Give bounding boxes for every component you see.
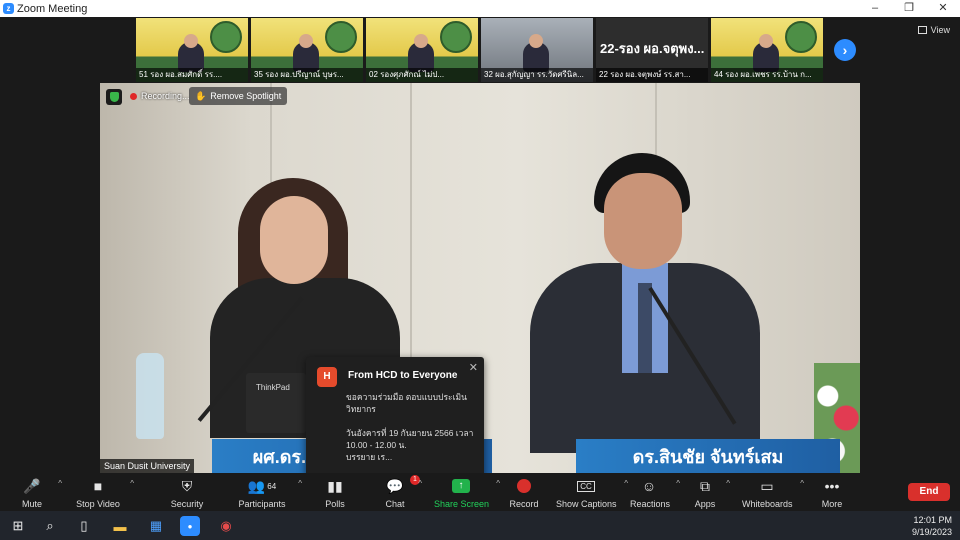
participant-label: Suan Dusit University [100,459,195,473]
tile-display-name: 22-รอง ผอ.จตุพง... [600,41,705,56]
shield-icon: ⛨ [181,477,193,494]
system-clock[interactable]: 12:01 PM 9/19/2023 [912,514,952,538]
captions-icon: CC [556,476,616,496]
sender-avatar: H [317,367,337,387]
chat-notification[interactable]: H From HCD to Everyone ✕ ขอความร่วมมือ ต… [306,357,484,477]
windows-start-icon[interactable]: ⊞ [8,516,28,536]
chat-message: ขอความร่วมมือ ตอบแบบประเมินวิทยากร วันอั… [346,392,474,462]
participants-button[interactable]: 👥 64 Participants ^ [234,473,302,511]
nameplate-right: ดร.สินชัย จันทร์เสม [576,439,840,473]
record-icon [508,476,540,496]
chat-icon: 💬 [386,477,404,494]
chevron-up-icon[interactable]: ^ [676,479,680,488]
participants-count: 64 [267,481,277,491]
share-screen-button[interactable]: ↑ Share Screen ^ [434,473,500,511]
close-icon[interactable]: ✕ [469,361,478,374]
app-taskbar-icon[interactable]: ◉ [216,516,236,536]
grid-icon [917,26,927,34]
apps-button[interactable]: ⧉ Apps ^ [692,473,730,511]
stop-video-button[interactable]: ■ Stop Video ^ [74,473,134,511]
participants-icon: 👥 64 [247,477,277,494]
whiteboards-button[interactable]: ▭ Whiteboards ^ [742,473,804,511]
security-button[interactable]: ⛨ Security [166,473,208,511]
chevron-up-icon[interactable]: ^ [418,479,422,488]
view-button[interactable]: View [917,25,950,35]
recording-indicator[interactable]: Recording... [130,91,190,101]
tile-name: 32 ผอ.สุกัญญา รร.วัดศรีนิล... [481,68,593,82]
logo-badge-icon [440,21,472,53]
security-shield-icon[interactable] [106,89,122,105]
next-page-button[interactable]: › [834,39,856,61]
show-captions-button[interactable]: CC Show Captions ^ [556,473,628,511]
gallery-tile[interactable]: 02 รองศุภศักณ์ ไม่ป... [366,18,478,82]
apps-icon: ⧉ [700,477,710,494]
file-explorer-icon[interactable]: ▬ [110,516,130,536]
view-label: View [930,25,950,35]
tile-name: 51 รอง ผอ.สมศักดิ์ รร.... [136,68,248,82]
chevron-up-icon[interactable]: ^ [624,479,628,488]
clock-time: 12:01 PM [913,515,952,525]
more-icon: ••• [824,478,840,494]
meeting-toolbar: 🎤 Mute ^ ■ Stop Video ^ ⛨ Security 👥 64 P… [0,473,960,511]
title-bar: z Zoom Meeting – ❐ ✕ [0,0,960,17]
gallery-strip: 51 รอง ผอ.สมศักดิ์ รร.... 35 รอง ผอ.ปรีญ… [136,18,826,82]
tile-name: 35 รอง ผอ.ปรีญาณ์ บุษร... [251,68,363,82]
polls-button[interactable]: ▮▮ Polls [320,473,350,511]
reactions-button[interactable]: ☺ Reactions ^ [630,473,680,511]
search-icon[interactable]: ⌕ [40,516,60,536]
window-title: Zoom Meeting [17,2,88,15]
end-button[interactable]: End [908,483,950,501]
windows-taskbar: ⊞ ⌕ ▯ ▬ ▦ ● ◉ 12:01 PM 9/19/2023 [0,511,960,540]
remove-spotlight-button[interactable]: ✋ Remove Spotlight [189,87,288,105]
tile-name: 22 รอง ผอ.จตุพงษ์ รร.สา... [596,68,708,82]
zoom-logo-icon: z [3,3,14,14]
chat-sender: From HCD to Everyone [348,370,458,381]
remove-spotlight-label: Remove Spotlight [210,91,282,101]
polls-icon: ▮▮ [327,477,343,494]
chevron-up-icon[interactable]: ^ [58,479,62,488]
logo-badge-icon [325,21,357,53]
zoom-taskbar-icon[interactable]: ● [180,516,200,536]
mute-button[interactable]: 🎤 Mute ^ [14,473,62,511]
reaction-smiley-icon: ☺ [641,478,657,494]
laptop-brand: ThinkPad [256,383,290,392]
more-button[interactable]: ••• More [818,473,846,511]
gallery-tile[interactable]: 44 รอง ผอ.เพชร รร.บ้าน ก... [711,18,823,82]
window-controls: – ❐ ✕ [858,0,960,17]
close-button[interactable]: ✕ [926,0,960,17]
chevron-up-icon[interactable]: ^ [800,479,804,488]
chat-button[interactable]: 💬 1 Chat ^ [380,473,422,511]
water-bottle [136,353,164,439]
chevron-up-icon[interactable]: ^ [298,479,302,488]
tile-name: 44 รอง ผอ.เพชร รร.บ้าน ก... [711,68,823,82]
share-screen-icon: ↑ [434,476,488,496]
chevron-up-icon[interactable]: ^ [130,479,134,488]
minimize-button[interactable]: – [858,0,892,17]
gallery-tile[interactable]: 22-รอง ผอ.จตุพง... 22 รอง ผอ.จตุพงษ์ รร.… [596,18,708,82]
logo-badge-icon [210,21,242,53]
store-icon[interactable]: ▦ [146,516,166,536]
gallery-tile[interactable]: 32 ผอ.สุกัญญา รร.วัดศรีนิล... [481,18,593,82]
whiteboard-icon: ▭ [760,477,774,494]
gallery-tile[interactable]: 51 รอง ผอ.สมศักดิ์ รร.... [136,18,248,82]
laptop: ThinkPad [246,373,306,433]
logo-badge-icon [785,21,817,53]
tile-name: 02 รองศุภศักณ์ ไม่ป... [366,68,478,82]
spotlight-icon: ✋ [195,91,207,101]
meeting-stage: 51 รอง ผอ.สมศักดิ์ รร.... 35 รอง ผอ.ปรีญ… [0,17,960,477]
chevron-up-icon[interactable]: ^ [496,479,500,488]
recording-label: Recording... [141,91,190,101]
record-dot-icon [130,92,137,100]
record-button[interactable]: Record [508,473,540,511]
wall-seam [410,83,412,383]
gallery-tile[interactable]: 35 รอง ผอ.ปรีญาณ์ บุษร... [251,18,363,82]
chevron-up-icon[interactable]: ^ [726,479,730,488]
maximize-button[interactable]: ❐ [892,0,926,17]
video-camera-icon: ■ [93,478,103,494]
microphone-icon: 🎤 [23,477,41,494]
task-view-icon[interactable]: ▯ [74,516,94,536]
clock-date: 9/19/2023 [911,527,952,537]
